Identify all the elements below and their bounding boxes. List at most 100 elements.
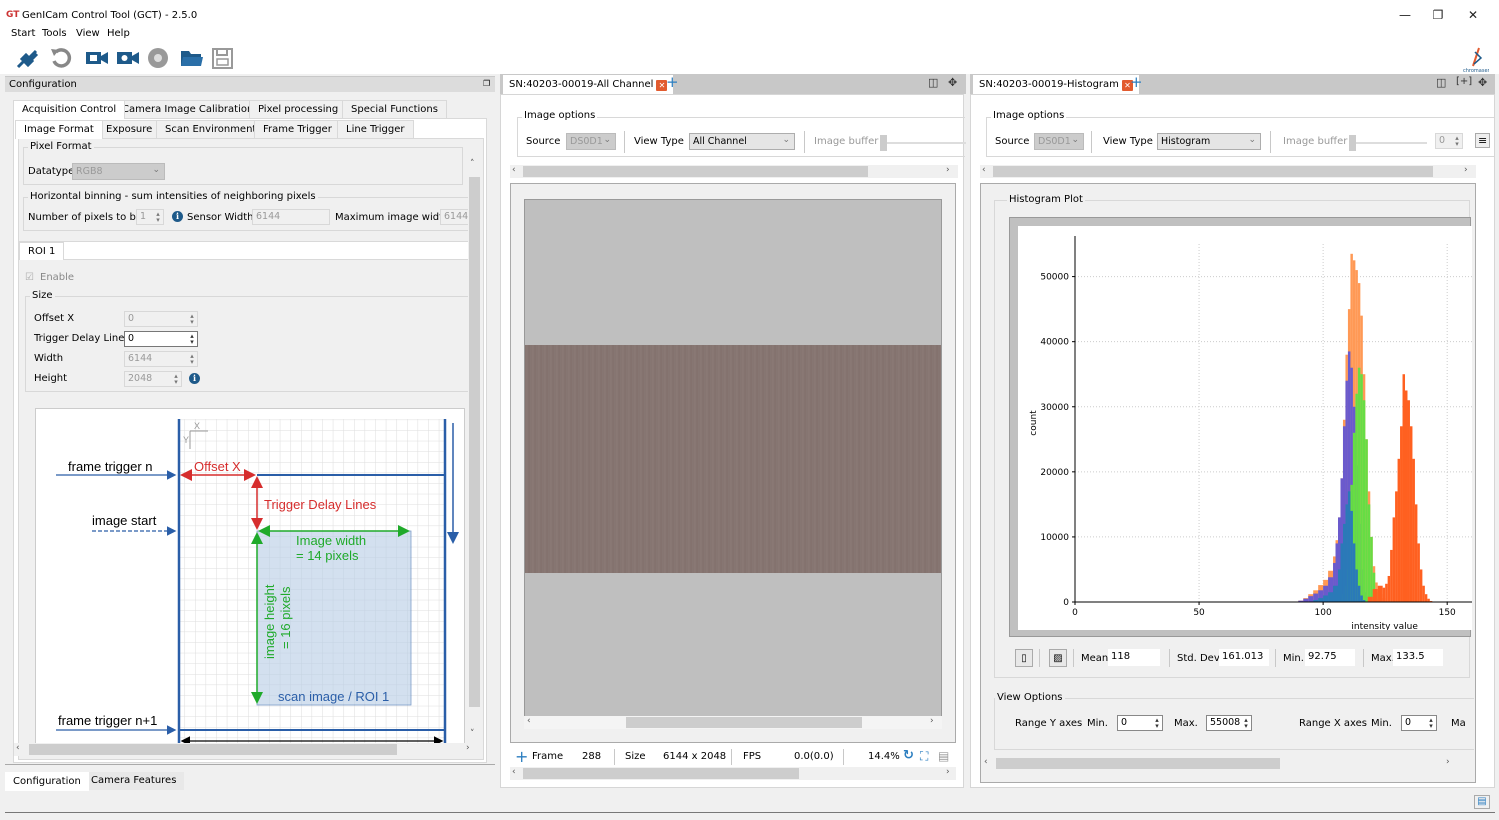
buffer-menu-icon[interactable]: ≡ xyxy=(1475,133,1491,148)
slider-handle[interactable] xyxy=(1349,135,1356,151)
close-button[interactable]: ✕ xyxy=(1463,8,1483,22)
log-panel-icon[interactable]: ▤ xyxy=(1474,795,1490,809)
video-camera-icon[interactable] xyxy=(84,46,110,70)
info-icon[interactable]: i xyxy=(189,373,200,384)
tab-exposure[interactable]: Exposure xyxy=(97,120,162,138)
reset-zoom-icon[interactable]: ↻ xyxy=(903,748,914,763)
export-csv-icon[interactable]: ▯ xyxy=(1015,649,1033,667)
spin-arrows-icon[interactable]: ▴ ▾ xyxy=(154,211,162,224)
restore-button[interactable]: ❐ xyxy=(1428,8,1448,22)
tab-camera-features[interactable]: Camera Features xyxy=(83,772,185,790)
move-icon[interactable]: ✥ xyxy=(948,76,957,89)
scrollbar-thumb[interactable] xyxy=(996,758,1280,769)
config-vertical-scrollbar[interactable]: ˄ ˅ xyxy=(468,159,481,759)
menu-tools[interactable]: Tools xyxy=(42,28,67,39)
spin-arrows-icon[interactable]: ▴ ▾ xyxy=(1242,717,1250,730)
refresh-icon[interactable] xyxy=(48,46,74,70)
y-max-spinbox[interactable]: 55008 ▴ ▾ xyxy=(1206,715,1252,731)
pixels-to-bin-spinbox[interactable]: 1 ▴ ▾ xyxy=(136,209,164,225)
image-buffer-spinbox[interactable]: 0 ▴ ▾ xyxy=(1435,133,1463,149)
tab-frame-trigger[interactable]: Frame Trigger xyxy=(254,120,341,138)
minimize-button[interactable]: — xyxy=(1395,8,1415,22)
shutter-icon[interactable] xyxy=(145,46,171,70)
y-min-spinbox[interactable]: 0 ▴ ▾ xyxy=(1117,715,1163,731)
menu-start[interactable]: Start xyxy=(11,28,35,39)
add-tab-icon[interactable]: + xyxy=(666,73,679,91)
info-icon[interactable]: i xyxy=(172,211,183,222)
width-spinbox[interactable]: 6144 ▴ ▾ xyxy=(124,351,198,367)
spin-arrows-icon[interactable]: ▴ ▾ xyxy=(188,333,196,346)
save-disk-icon[interactable] xyxy=(210,46,236,70)
image-horizontal-scrollbar[interactable]: ‹ › xyxy=(524,716,942,729)
image-buffer-slider[interactable] xyxy=(880,135,966,151)
spin-arrows-icon[interactable]: ▴ ▾ xyxy=(188,353,196,366)
scroll-right-icon[interactable]: › xyxy=(466,743,470,753)
source-select[interactable]: DS0D1 ⌄ xyxy=(566,133,616,150)
x-min-spinbox[interactable]: 0 ▴ ▾ xyxy=(1401,715,1437,731)
tab-all-channel[interactable]: SN:40203-00019-All Channel ✕ xyxy=(503,75,674,95)
scroll-left-icon[interactable]: ‹ xyxy=(16,743,20,753)
expand-icon[interactable]: [+] xyxy=(1456,76,1472,87)
datatype-select[interactable]: RGB8 ⌄ xyxy=(72,163,165,180)
undock-icon[interactable]: ❐ xyxy=(483,79,490,88)
menu-help[interactable]: Help xyxy=(107,28,130,39)
scroll-left-icon[interactable]: ‹ xyxy=(982,165,986,175)
export-image-icon[interactable]: ▨ xyxy=(1049,649,1067,667)
scroll-left-icon[interactable]: ‹ xyxy=(527,716,531,726)
trigger-delay-lines-spinbox[interactable]: 0 ▴ ▾ xyxy=(124,331,198,347)
scroll-right-icon[interactable]: › xyxy=(946,165,950,175)
scroll-right-icon[interactable]: › xyxy=(946,767,950,777)
tab-camera-image-calibration[interactable]: Camera Image Calibration xyxy=(113,100,263,118)
scroll-left-icon[interactable]: ‹ xyxy=(512,165,516,175)
source-select[interactable]: DS0D1 ⌄ xyxy=(1034,133,1084,150)
image-canvas[interactable] xyxy=(524,199,942,717)
spin-arrows-icon[interactable]: ▴ ▾ xyxy=(1153,717,1161,730)
status-horizontal-scrollbar[interactable]: ‹ › xyxy=(510,767,956,780)
tab-pixel-processing[interactable]: Pixel processing xyxy=(249,100,348,118)
scroll-left-icon[interactable]: ‹ xyxy=(512,767,516,777)
slider-handle[interactable] xyxy=(880,135,887,151)
spin-arrows-icon[interactable]: ▴ ▾ xyxy=(1427,717,1435,730)
camera-record-icon[interactable] xyxy=(115,46,141,70)
scroll-left-icon[interactable]: ‹ xyxy=(984,757,988,767)
save-image-icon[interactable]: ▤ xyxy=(938,749,949,763)
options-horizontal-scrollbar[interactable]: ‹ › xyxy=(980,165,1476,178)
tab-scan-environment[interactable]: Scan Environment xyxy=(156,120,266,138)
tab-image-format[interactable]: Image Format xyxy=(15,120,103,139)
scroll-right-icon[interactable]: › xyxy=(1464,165,1468,175)
connect-plug-icon[interactable] xyxy=(14,46,40,70)
move-icon[interactable]: ✥ xyxy=(1478,76,1487,89)
fit-screen-icon[interactable]: ⛶ xyxy=(920,749,928,764)
tab-acquisition-control[interactable]: Acquisition Control xyxy=(13,100,126,119)
scrollbar-thumb[interactable] xyxy=(626,717,862,728)
add-tab-icon[interactable]: + xyxy=(1130,73,1143,91)
enable-checkbox[interactable]: ☑ xyxy=(25,272,34,283)
tab-line-trigger[interactable]: Line Trigger xyxy=(337,120,414,138)
tab-special-functions[interactable]: Special Functions xyxy=(342,100,447,118)
menu-view[interactable]: View xyxy=(76,28,100,39)
scrollbar-thumb[interactable] xyxy=(29,744,397,755)
scrollbar-thumb[interactable] xyxy=(523,166,868,177)
view-type-select[interactable]: All Channel ⌄ xyxy=(689,133,795,150)
height-spinbox[interactable]: 2048 ▴ ▾ xyxy=(124,371,182,387)
scroll-up-icon[interactable]: ˄ xyxy=(470,159,475,169)
spin-arrows-icon[interactable]: ▴ ▾ xyxy=(172,373,180,386)
tab-histogram[interactable]: SN:40203-00019-Histogram ✕ xyxy=(973,75,1139,95)
tab-configuration[interactable]: Configuration xyxy=(5,772,89,791)
spin-arrows-icon[interactable]: ▴ ▾ xyxy=(1453,135,1461,148)
scroll-right-icon[interactable]: › xyxy=(930,716,934,726)
histogram-horizontal-scrollbar[interactable]: ‹ › xyxy=(981,757,1457,770)
scrollbar-thumb[interactable] xyxy=(993,166,1433,177)
image-buffer-slider[interactable] xyxy=(1349,135,1427,151)
spin-arrows-icon[interactable]: ▴ ▾ xyxy=(188,313,196,326)
split-view-icon[interactable]: ◫ xyxy=(1436,76,1446,89)
options-horizontal-scrollbar[interactable]: ‹ › xyxy=(510,165,958,178)
offset-x-spinbox[interactable]: 0 ▴ ▾ xyxy=(124,311,198,327)
config-horizontal-scrollbar[interactable]: ‹ › xyxy=(14,743,474,756)
scrollbar-thumb[interactable] xyxy=(469,177,480,707)
tab-roi-1[interactable]: ROI 1 xyxy=(19,242,65,260)
plot-canvas[interactable]: 0 10000 20000 30000 40000 50000 0 50 100 150 inten… xyxy=(1018,226,1472,632)
view-type-select[interactable]: Histogram ⌄ xyxy=(1157,133,1261,150)
scroll-down-icon[interactable]: ˅ xyxy=(470,729,475,739)
scrollbar-thumb[interactable] xyxy=(523,768,799,779)
